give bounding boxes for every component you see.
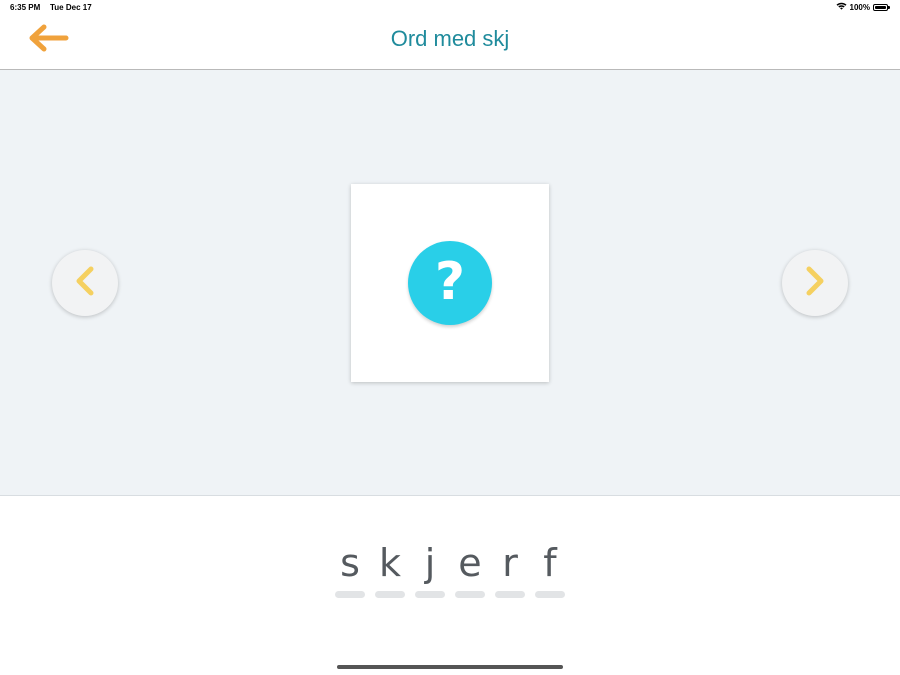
letter-underline bbox=[335, 591, 365, 598]
letter-slot[interactable]: j bbox=[415, 540, 445, 598]
help-button[interactable]: ? bbox=[408, 241, 492, 325]
letter: f bbox=[543, 541, 557, 585]
battery-icon bbox=[873, 3, 890, 11]
letter-slot[interactable]: s bbox=[335, 540, 365, 598]
letter-underline bbox=[535, 591, 565, 598]
header: Ord med skj bbox=[0, 16, 900, 70]
letter-slot[interactable]: r bbox=[495, 540, 525, 598]
letter-underline bbox=[495, 591, 525, 598]
page-title: Ord med skj bbox=[390, 26, 510, 51]
battery-percent: 100% bbox=[849, 2, 870, 12]
status-date: Tue Dec 17 bbox=[50, 3, 92, 12]
status-bar: 6:35 PM Tue Dec 17 100% bbox=[0, 0, 900, 16]
status-indicators: 100% bbox=[836, 2, 890, 12]
letter: j bbox=[424, 541, 436, 585]
picture-stage: ? bbox=[0, 70, 900, 496]
next-button[interactable] bbox=[782, 250, 848, 316]
letter-slot[interactable]: k bbox=[375, 540, 405, 598]
letter-underline bbox=[375, 591, 405, 598]
letter-slot[interactable]: e bbox=[455, 540, 485, 598]
status-time: 6:35 PM bbox=[10, 3, 41, 12]
question-mark-icon: ? bbox=[434, 252, 466, 312]
picture-card: ? bbox=[351, 184, 549, 382]
letter: e bbox=[458, 541, 482, 585]
letter: r bbox=[502, 541, 518, 585]
letter-underline bbox=[415, 591, 445, 598]
wifi-icon bbox=[836, 2, 847, 12]
word-letters: s k j e r f bbox=[0, 540, 900, 598]
home-indicator[interactable] bbox=[337, 665, 563, 669]
letter-slot[interactable]: f bbox=[535, 540, 565, 598]
chevron-right-icon bbox=[803, 266, 827, 301]
app-screen: 6:35 PM Tue Dec 17 100% Ord med skj ? s … bbox=[0, 0, 900, 675]
previous-button[interactable] bbox=[52, 250, 118, 316]
chevron-left-icon bbox=[73, 266, 97, 301]
letter-underline bbox=[455, 591, 485, 598]
letter: k bbox=[378, 541, 401, 585]
letter: s bbox=[340, 541, 360, 585]
